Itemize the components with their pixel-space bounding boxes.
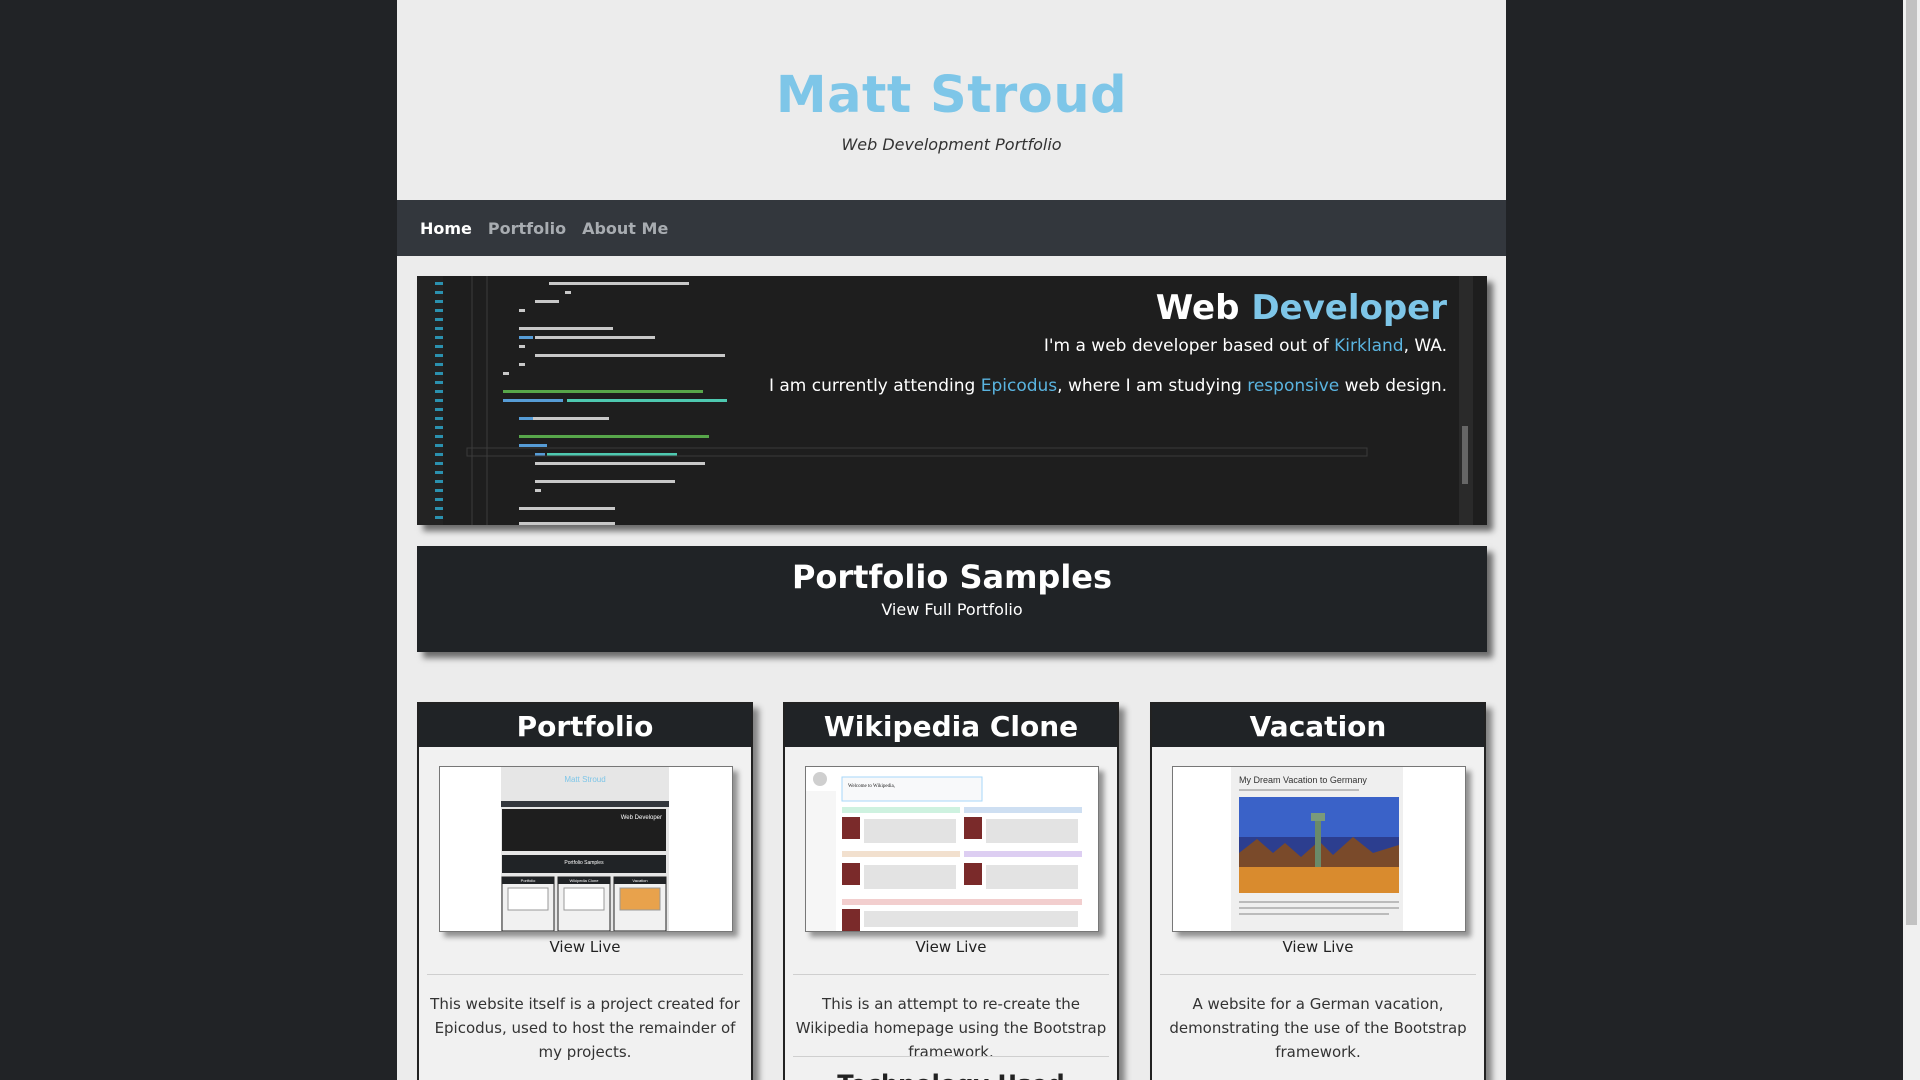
code-scrollbar-thumb <box>1462 426 1468 484</box>
portfolio-samples-banner: Portfolio Samples View Full Portfolio <box>417 546 1487 652</box>
card-title: Vacation <box>1152 704 1484 747</box>
portfolio-samples-title: Portfolio Samples <box>791 558 1113 596</box>
portfolio-thumbnail: Matt Stroud Web Developer Portfolio Samp… <box>440 767 732 931</box>
hero-line1-prefix: I'm a web developer based out of <box>1043 336 1329 356</box>
site-title[interactable]: Matt Stroud <box>397 0 1506 125</box>
wikipedia-thumbnail: Welcome to Wikipedia, <box>806 767 1098 931</box>
hero-line2-suffix: web design. <box>1344 376 1447 396</box>
hero-school-line: I am currently attending Epicodus, where… <box>769 376 1447 396</box>
responsive-link[interactable]: responsive <box>1247 376 1339 396</box>
thumb-heading: Welcome to Wikipedia, <box>848 784 895 789</box>
nav-home[interactable]: Home <box>420 219 472 238</box>
vacation-screenshot[interactable]: My Dream Vacation to Germany <box>1172 766 1466 932</box>
hero-line1-suffix: , WA. <box>1403 336 1447 356</box>
hero-title: Web Developer <box>769 288 1447 328</box>
card-title: Portfolio <box>419 704 751 747</box>
view-live-link[interactable]: View Live <box>1152 938 1484 956</box>
card-description: This website itself is a project created… <box>430 995 740 1061</box>
vacation-thumbnail: My Dream Vacation to Germany <box>1173 767 1465 931</box>
divider <box>427 974 743 975</box>
nav-portfolio[interactable]: Portfolio <box>488 219 566 238</box>
hero-title-developer: Developer <box>1251 288 1447 328</box>
navbar: Home Portfolio About Me <box>397 200 1506 256</box>
site-header: Matt Stroud Web Development Portfolio <box>397 0 1506 200</box>
hero-line2-prefix: I am currently attending <box>768 376 976 396</box>
card-wikipedia-clone: Wikipedia Clone Welcome to Wikipedia, Vi… <box>783 702 1119 1080</box>
hero-line2-mid: , where I am studying <box>1057 376 1242 396</box>
view-full-portfolio-link[interactable]: View Full Portfolio <box>417 600 1487 619</box>
card-title: Wikipedia Clone <box>785 704 1117 747</box>
card-portfolio: Portfolio Matt Stroud Web Developer Port… <box>417 702 753 1080</box>
hero-location-line: I'm a web developer based out of Kirklan… <box>769 336 1447 356</box>
page-scrollbar-thumb[interactable] <box>1906 0 1917 925</box>
nav-about-me[interactable]: About Me <box>582 219 668 238</box>
wikipedia-clone-screenshot[interactable]: Welcome to Wikipedia, <box>805 766 1099 932</box>
card-section-heading: Technology Used <box>785 1070 1117 1080</box>
thumb-card-1: Portfolio <box>521 878 536 883</box>
hero-title-web: Web <box>1155 288 1240 328</box>
divider <box>793 1056 1109 1057</box>
page-container: Matt Stroud Web Development Portfolio Ho… <box>397 0 1506 1080</box>
page-scrollbar[interactable] <box>1903 0 1920 1080</box>
thumb-title: Matt Stroud <box>564 775 605 784</box>
portfolio-screenshot[interactable]: Matt Stroud Web Developer Portfolio Samp… <box>439 766 733 932</box>
site-subtitle: Web Development Portfolio <box>841 135 1062 154</box>
view-live-link[interactable]: View Live <box>419 938 751 956</box>
card-vacation: Vacation My Dream Vacation to Germany Vi… <box>1150 702 1486 1080</box>
hero-text: Web Developer I'm a web developer based … <box>769 288 1447 396</box>
hero-banner: Web Developer I'm a web developer based … <box>417 276 1487 525</box>
divider <box>793 974 1109 975</box>
card-description: This is an attempt to re-create the Wiki… <box>795 995 1107 1061</box>
kirkland-link[interactable]: Kirkland <box>1334 336 1403 356</box>
thumb-hero-title: Web Developer <box>621 815 662 821</box>
epicodus-link[interactable]: Epicodus <box>981 376 1057 396</box>
thumb-card-3: Vacation <box>632 878 647 883</box>
divider <box>1160 974 1476 975</box>
thumb-card-2: Wikipedia Clone <box>570 878 600 883</box>
view-live-link[interactable]: View Live <box>785 938 1117 956</box>
thumb-samples-title: Portfolio Samples <box>564 860 604 866</box>
code-scrollbar <box>1459 276 1473 525</box>
thumb-title: My Dream Vacation to Germany <box>1239 775 1367 785</box>
card-description: A website for a German vacation, demonst… <box>1169 995 1467 1061</box>
